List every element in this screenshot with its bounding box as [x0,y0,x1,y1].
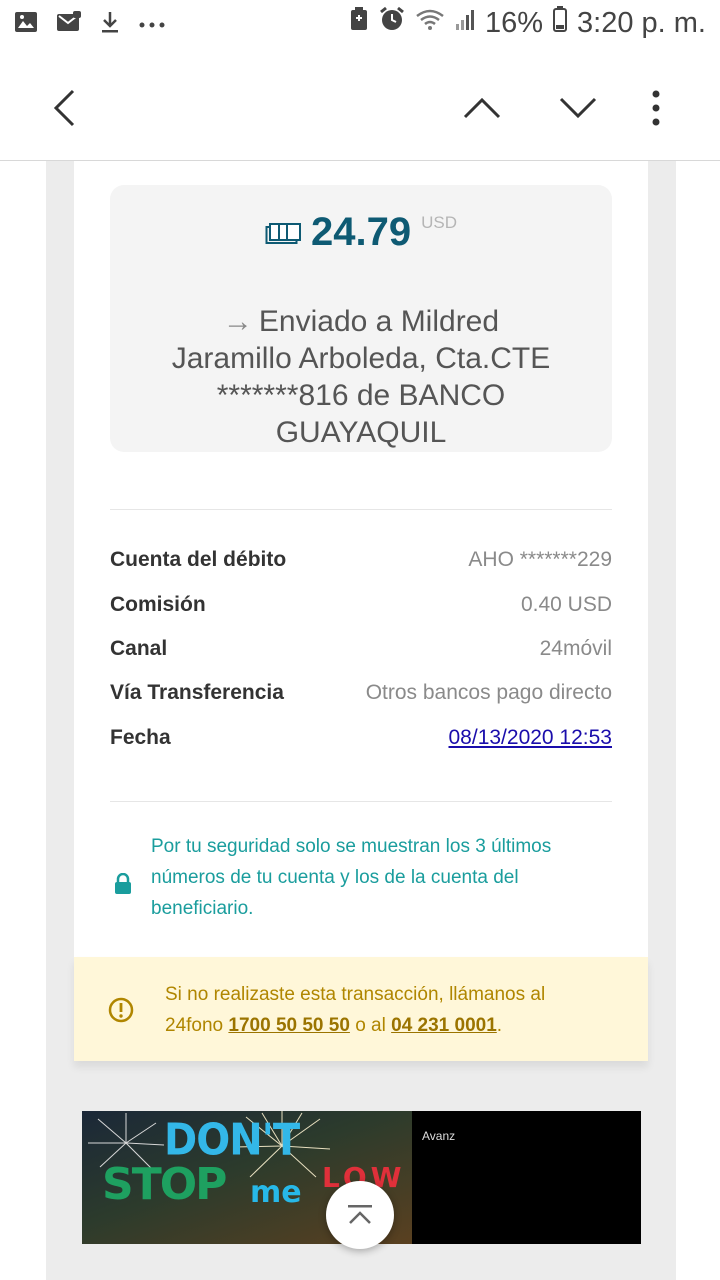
scroll-to-top-button[interactable] [326,1181,394,1249]
previous-button[interactable] [454,80,510,136]
date-label: Fecha [110,726,171,749]
arrow-right-icon: → [222,305,253,338]
recipient-line-3: *******816 de BANCO [216,379,506,412]
wifi-icon [415,7,445,40]
gallery-icon [14,11,38,38]
transfer-type-value: Otros bancos pago directo [365,681,612,704]
phone-link-1[interactable]: 1700 50 50 50 [228,1015,350,1036]
detail-row-commission: Comisión 0.40 USD [110,590,612,620]
email-icon [56,11,82,38]
status-bar: 16% 3:20 p. m. [0,0,720,52]
chevron-up-icon [463,97,501,119]
chevron-left-icon [53,89,75,127]
channel-label: Canal [110,637,168,660]
date-link[interactable]: 08/13/2020 12:53 [449,726,613,750]
download-icon [100,10,120,39]
app-bar [0,52,720,161]
detail-row-transfer-type: Vía Transferencia Otros bancos pago dire… [110,678,612,708]
security-text-line-1: Por tu seguridad solo se muestran los 3 … [151,836,552,857]
battery-icon [553,6,568,40]
phone-link-2[interactable]: 04 231 0001 [391,1015,497,1036]
warning-prefix: 24fono [165,1015,224,1036]
debit-account-value: AHO *******229 [468,548,612,571]
detail-row-channel: Canal 24móvil [110,634,612,664]
money-icon [265,223,301,250]
more-notifications-icon [138,16,166,34]
back-button[interactable] [36,80,92,136]
debit-account-label: Cuenta del débito [110,548,287,571]
warning-text-line-2: 24fono 1700 50 50 50 o al 04 231 0001. [165,1010,625,1041]
alarm-icon [379,6,405,40]
message-content[interactable]: 24.79 USD → Enviado a Mildred Jaramillo A… [0,161,720,1280]
divider [110,509,612,510]
warning-suffix: . [496,1015,503,1036]
battery-percent: 16% [484,6,544,39]
scroll-top-icon [348,1205,372,1224]
alert-circle-icon [108,997,134,1028]
recipient-description: → Enviado a Mildred Jaramillo Arboleda, C… [140,303,582,451]
signal-icon [455,7,475,40]
lock-icon [114,872,132,900]
warning-middle: o al [355,1015,386,1036]
more-options-button[interactable] [628,80,684,136]
detail-row-date: Fecha 08/13/2020 12:53 [110,723,612,753]
detail-row-debit-account: Cuenta del débito AHO *******229 [110,545,612,575]
more-vertical-icon [652,90,660,126]
battery-saver-icon [349,6,369,40]
banner-word-3: me [250,1175,302,1210]
divider [110,801,612,802]
next-button[interactable] [550,80,606,136]
commission-value: 0.40 USD [520,593,612,616]
transfer-type-label: Vía Transferencia [110,681,284,704]
amount-summary: 24.79 USD → Enviado a Mildred Jaramillo A… [110,185,612,452]
warning-text-line-1: Si no realizaste esta transacción, lláma… [165,984,546,1005]
banner-ad-text: Avanz [422,1129,456,1143]
banner-word-2: STOP [102,1159,227,1210]
banner-word-1: DON'T [164,1114,300,1166]
recipient-line-1: Enviado a Mildred [258,305,500,338]
amount-value: 24.79 [310,210,412,254]
amount-currency: USD [421,213,457,232]
security-note: Por tu seguridad solo se muestran los 3 … [110,831,612,931]
clock: 3:20 p. m. [577,6,706,39]
channel-value: 24móvil [539,637,612,660]
recipient-line-2: Jaramillo Arboleda, Cta.CTE [171,342,551,375]
commission-label: Comisión [110,593,206,616]
security-text-line-2: números de tu cuenta y los de la cuenta … [151,867,519,888]
security-text-line-3: beneficiario. [151,898,254,919]
chevron-down-icon [559,97,597,119]
fraud-warning: Si no realizaste esta transacción, lláma… [74,957,648,1061]
recipient-line-4: GUAYAQUIL [275,416,447,449]
